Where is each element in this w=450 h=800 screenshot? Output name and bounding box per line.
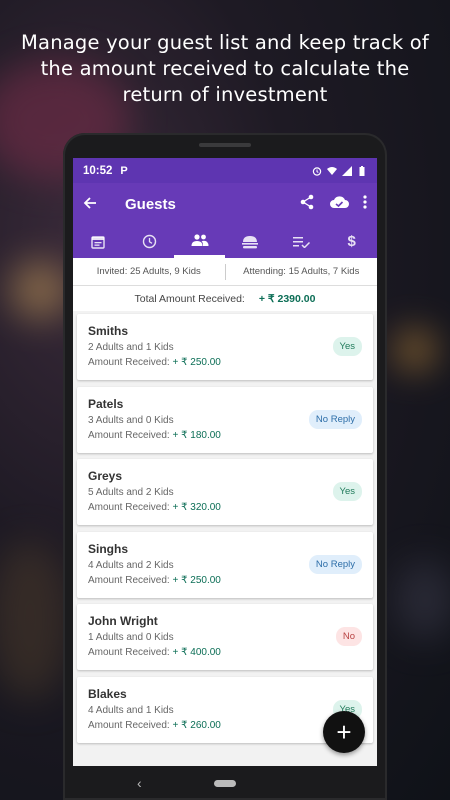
rsvp-status-badge: Yes — [332, 337, 362, 356]
status-time: 10:52 — [83, 164, 113, 177]
page-title: Guests — [125, 195, 176, 213]
guest-name: Singhs — [88, 541, 129, 556]
guest-name: Blakes — [88, 686, 127, 701]
phone-frame: 10:52 P Guests $ Invited: 25 Adults, 9 K… — [63, 133, 387, 800]
tab-budget[interactable]: $ — [326, 225, 377, 258]
tab-bar: $ — [73, 225, 377, 258]
amount-value: + ₹ 260.00 — [172, 719, 221, 731]
clock-icon — [142, 234, 156, 249]
add-guest-button[interactable]: + — [323, 711, 365, 753]
nav-home-button[interactable] — [214, 779, 236, 787]
guest-list: Smiths 2 Adults and 1 Kids Amount Receiv… — [73, 311, 377, 743]
guest-name: John Wright — [88, 614, 158, 628]
alarm-icon — [312, 166, 322, 176]
plus-icon: + — [336, 716, 352, 747]
guest-card[interactable]: Patels 3 Adults and 0 Kids Amount Receiv… — [77, 386, 373, 453]
amount-value: + ₹ 250.00 — [172, 574, 221, 586]
guest-amount: Amount Received: + ₹ 260.00 — [88, 720, 362, 731]
people-icon — [191, 234, 209, 246]
guest-amount: Amount Received: + ₹ 250.00 — [88, 357, 362, 368]
amount-label: Amount Received: — [88, 719, 170, 731]
signal-icon — [342, 165, 352, 176]
status-bar: 10:52 P — [73, 158, 377, 183]
guest-card[interactable]: Greys 5 Adults and 2 Kids Amount Receive… — [77, 459, 373, 525]
amount-label: Amount Received: — [88, 502, 170, 513]
guest-name: Greys — [88, 469, 123, 483]
tab-checklist[interactable] — [276, 225, 327, 258]
total-amount-row: Total Amount Received: + ₹ 2390.00 — [73, 286, 377, 311]
rsvp-status-badge: No — [335, 627, 362, 646]
tab-calendar[interactable] — [73, 225, 124, 258]
amount-value: + ₹ 250.00 — [172, 357, 221, 368]
amount-value: + ₹ 400.00 — [172, 647, 221, 658]
tab-guests[interactable] — [174, 225, 226, 258]
rsvp-status-badge: No Reply — [308, 409, 362, 429]
guest-counts: 5 Adults and 2 Kids — [88, 487, 174, 498]
guest-summary: Invited: 25 Adults, 9 Kids Attending: 15… — [73, 258, 377, 286]
guest-card[interactable]: Smiths 2 Adults and 1 Kids Amount Receiv… — [77, 314, 373, 380]
guest-amount: Amount Received: + ₹ 250.00 — [88, 575, 362, 586]
arrow-back-icon[interactable] — [83, 194, 113, 215]
more-vert-icon[interactable] — [363, 194, 367, 214]
tab-timeline[interactable] — [124, 225, 175, 258]
guest-card[interactable]: John Wright 1 Adults and 0 Kids Amount R… — [77, 604, 373, 670]
nav-back-icon[interactable]: ‹ — [137, 775, 142, 791]
share-icon[interactable] — [299, 194, 315, 215]
app-notification-icon: P — [120, 164, 128, 177]
amount-value: + ₹ 320.00 — [172, 502, 221, 513]
calendar-icon — [91, 235, 106, 249]
guest-counts: 2 Adults and 1 Kids — [88, 342, 174, 353]
amount-label: Amount Received: — [88, 357, 170, 368]
amount-value: + ₹ 180.00 — [172, 429, 221, 441]
checklist-icon — [292, 236, 310, 248]
rsvp-status-badge: No Reply — [308, 554, 362, 574]
tab-vendors[interactable] — [225, 225, 276, 258]
amount-label: Amount Received: — [88, 647, 170, 658]
rsvp-status-badge: Yes — [332, 482, 362, 501]
app-screen: 10:52 P Guests $ Invited: 25 Adults, 9 K… — [73, 158, 377, 766]
attending-count: Attending: 15 Adults, 7 Kids — [243, 266, 360, 277]
guest-counts: 4 Adults and 1 Kids — [88, 704, 174, 716]
total-amount-value: + ₹ 2390.00 — [258, 292, 316, 305]
guest-amount: Amount Received: + ₹ 180.00 — [88, 430, 362, 441]
food-icon — [242, 236, 259, 249]
system-nav-bar: ‹ — [63, 766, 387, 800]
dollar-icon: $ — [347, 233, 356, 250]
amount-label: Amount Received: — [88, 429, 170, 441]
app-bar: Guests — [73, 183, 377, 225]
guest-name: Smiths — [88, 324, 129, 338]
wifi-icon — [327, 166, 337, 175]
amount-label: Amount Received: — [88, 574, 170, 586]
invited-count: Invited: 25 Adults, 9 Kids — [96, 266, 201, 277]
guest-card[interactable]: Singhs 4 Adults and 2 Kids Amount Receiv… — [77, 531, 373, 598]
guest-name: Patels — [88, 396, 124, 411]
guest-amount: Amount Received: + ₹ 320.00 — [88, 502, 362, 513]
total-amount-label: Total Amount Received: — [134, 292, 245, 305]
battery-icon — [359, 165, 365, 176]
promo-caption: Manage your guest list and keep track of… — [21, 31, 429, 106]
guest-counts: 1 Adults and 0 Kids — [88, 632, 174, 643]
guest-amount: Amount Received: + ₹ 400.00 — [88, 647, 362, 658]
cloud-done-icon[interactable] — [329, 195, 349, 214]
phone-speaker — [199, 143, 251, 147]
